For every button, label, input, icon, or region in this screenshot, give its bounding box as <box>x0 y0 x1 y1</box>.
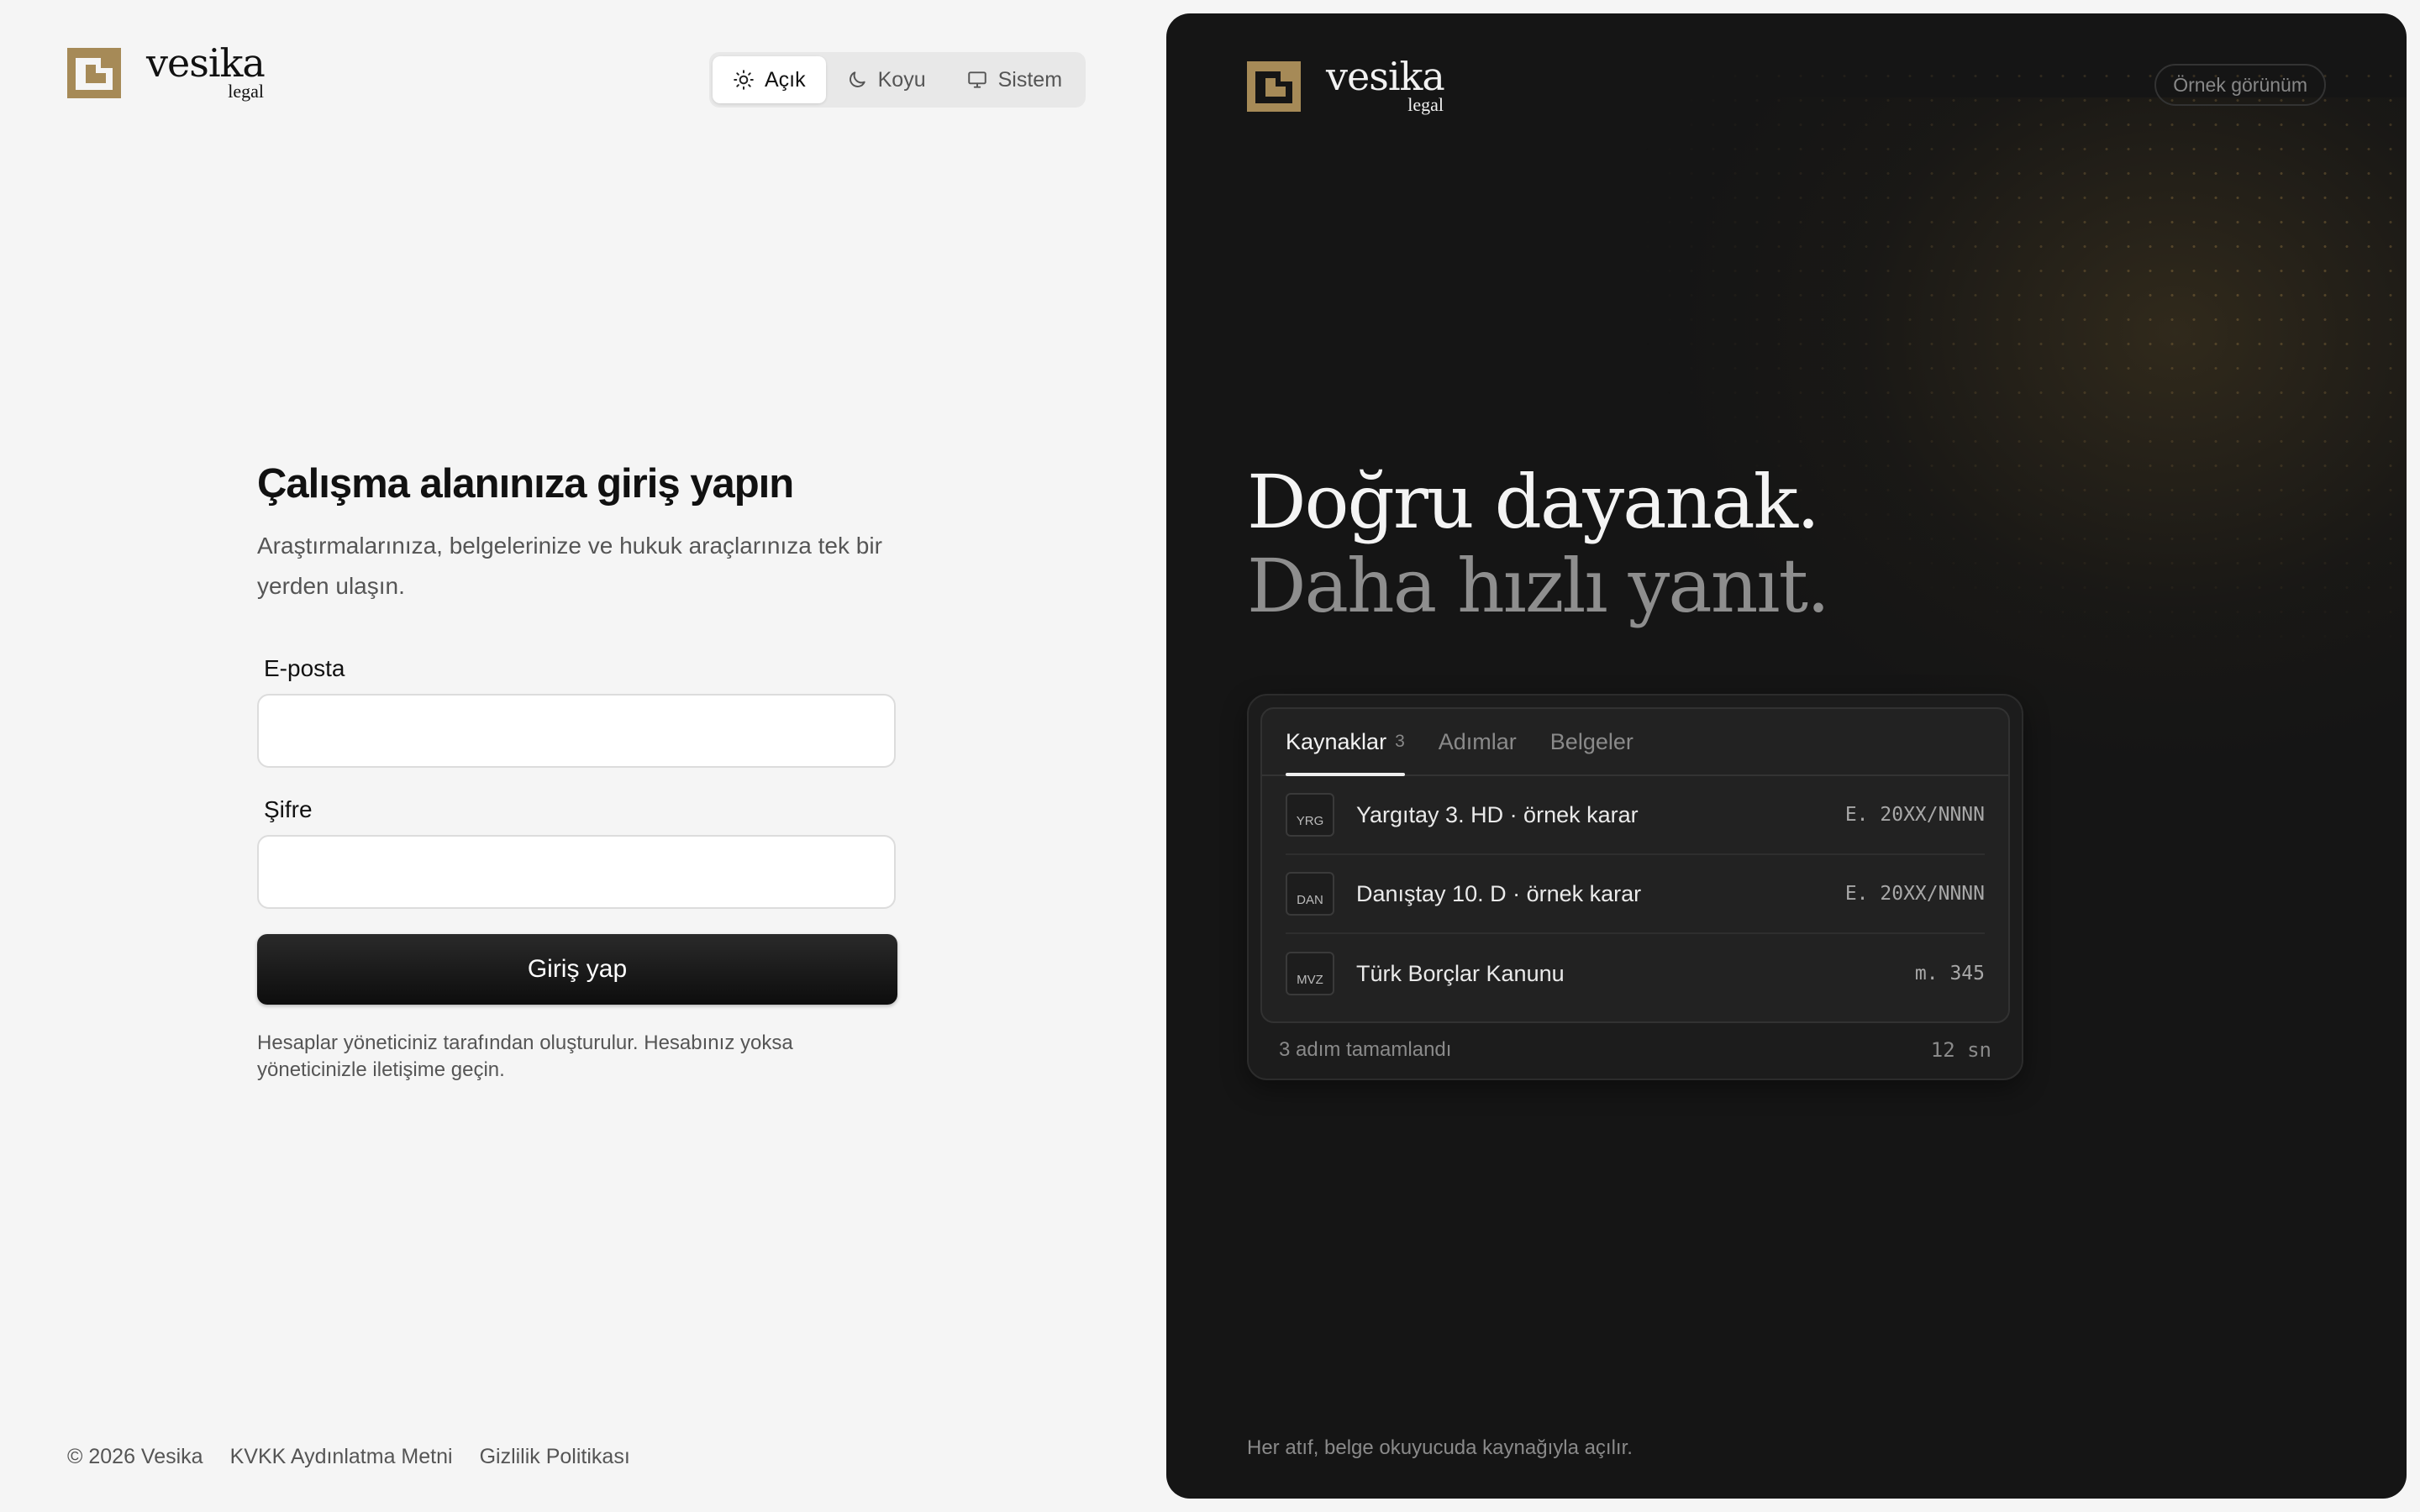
brand-logo-dark: vesika legal <box>1247 54 1445 116</box>
headline-line-2: Daha hızlı yanıt. <box>1247 543 1830 629</box>
login-panel: vesika legal Açık Koyu Sistem Çalışma al… <box>0 0 1166 1512</box>
source-row[interactable]: MVZ Türk Borçlar Kanunu m. 345 <box>1286 934 1985 1013</box>
password-label: Şifre <box>264 796 313 822</box>
footer-link-kvkk[interactable]: KVKK Aydınlatma Metni <box>230 1445 453 1469</box>
source-type-badge: MVZ <box>1286 952 1334 995</box>
source-type-badge: YRG <box>1286 793 1334 837</box>
brand-sub: legal <box>228 81 264 102</box>
source-row[interactable]: DAN Danıştay 10. D · örnek karar E. 20XX… <box>1286 855 1985 934</box>
showcase-caption: Her atıf, belge okuyucuda kaynağıyla açı… <box>1247 1436 1633 1459</box>
brand-logo[interactable]: vesika legal <box>67 40 266 102</box>
steps-status: 3 adım tamamlandı <box>1279 1038 1452 1061</box>
tab-label: Adımlar <box>1438 728 1517 754</box>
showcase-headline: Doğru dayanak. Daha hızlı yanıt. <box>1247 459 1830 629</box>
tab-sources[interactable]: Kaynaklar 3 <box>1286 709 1405 776</box>
theme-option-light[interactable]: Açık <box>713 56 826 103</box>
brand-wordmark: vesika <box>1326 54 1445 99</box>
sources-card: Kaynaklar 3 Adımlar Belgeler YRG Yargıta… <box>1247 694 2023 1080</box>
source-reference: E. 20XX/NNNN <box>1844 804 1985 826</box>
theme-option-label: Açık <box>765 67 806 92</box>
email-field[interactable] <box>257 694 896 768</box>
theme-switcher: Açık Koyu Sistem <box>709 52 1086 108</box>
tab-label: Kaynaklar <box>1286 728 1387 754</box>
sun-icon <box>734 70 754 90</box>
elapsed-time: 12 sn <box>1930 1038 1991 1062</box>
theme-option-system[interactable]: Sistem <box>946 56 1082 103</box>
footer: © 2026 Vesika KVKK Aydınlatma Metni Gizl… <box>67 1445 630 1469</box>
footer-link-privacy[interactable]: Gizlilik Politikası <box>480 1445 630 1469</box>
source-type-badge: DAN <box>1286 872 1334 916</box>
password-field[interactable] <box>257 835 896 909</box>
help-text: Hesaplar yöneticiniz tarafından oluşturu… <box>257 1032 793 1081</box>
login-form: Çalışma alanınıza giriş yapın Araştırmal… <box>257 460 897 1084</box>
theme-option-label: Koyu <box>877 67 926 92</box>
showcase-panel: vesika legal Örnek görünüm Doğru dayanak… <box>1166 13 2407 1499</box>
tab-label: Belgeler <box>1549 728 1634 754</box>
tab-steps[interactable]: Adımlar <box>1439 709 1517 774</box>
card-tabs: Kaynaklar 3 Adımlar Belgeler <box>1262 709 2008 776</box>
logo-mark-icon <box>1247 61 1301 112</box>
tab-documents[interactable]: Belgeler <box>1550 709 1634 774</box>
moon-icon <box>849 71 865 87</box>
source-title: Türk Borçlar Kanunu <box>1356 960 1565 986</box>
source-reference: m. 345 <box>1914 963 1985 984</box>
source-title: Yargıtay 3. HD · örnek karar <box>1356 801 1639 827</box>
source-reference: E. 20XX/NNNN <box>1844 883 1985 905</box>
brand-sub: legal <box>1407 94 1444 115</box>
email-label: E-posta <box>264 655 345 681</box>
copyright: © 2026 Vesika <box>67 1445 203 1468</box>
sample-view-badge: Örnek görünüm <box>2154 64 2326 106</box>
page-subtitle: Araştırmalarınıza, belgelerinize ve huku… <box>257 533 882 599</box>
page-title: Çalışma alanınıza giriş yapın <box>257 461 794 507</box>
source-row[interactable]: YRG Yargıtay 3. HD · örnek karar E. 20XX… <box>1286 776 1985 855</box>
theme-option-label: Sistem <box>997 67 1063 92</box>
brand-wordmark: vesika <box>146 40 266 86</box>
headline-line-1: Doğru dayanak. <box>1247 459 1820 545</box>
login-button[interactable]: Giriş yap <box>257 934 897 1005</box>
monitor-icon <box>967 71 986 88</box>
card-status: 3 adım tamamlandı 12 sn <box>1279 1038 1991 1062</box>
tab-count: 3 <box>1395 732 1405 751</box>
theme-option-dark[interactable]: Koyu <box>826 56 946 103</box>
source-title: Danıştay 10. D · örnek karar <box>1356 880 1642 906</box>
logo-mark-icon <box>67 48 121 98</box>
